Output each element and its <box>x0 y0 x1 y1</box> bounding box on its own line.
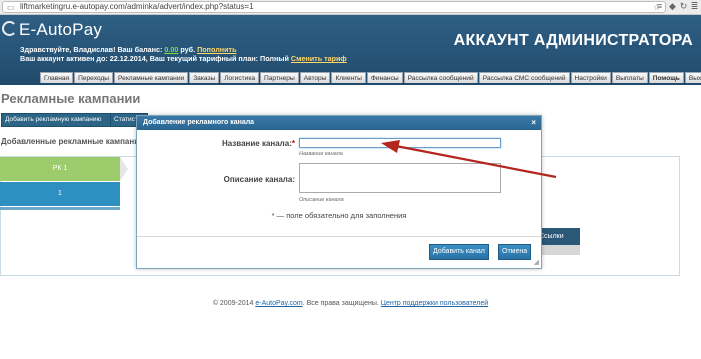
annotation-arrow <box>381 140 557 179</box>
arrow-head <box>381 140 400 153</box>
arrow-shaft <box>395 144 557 179</box>
